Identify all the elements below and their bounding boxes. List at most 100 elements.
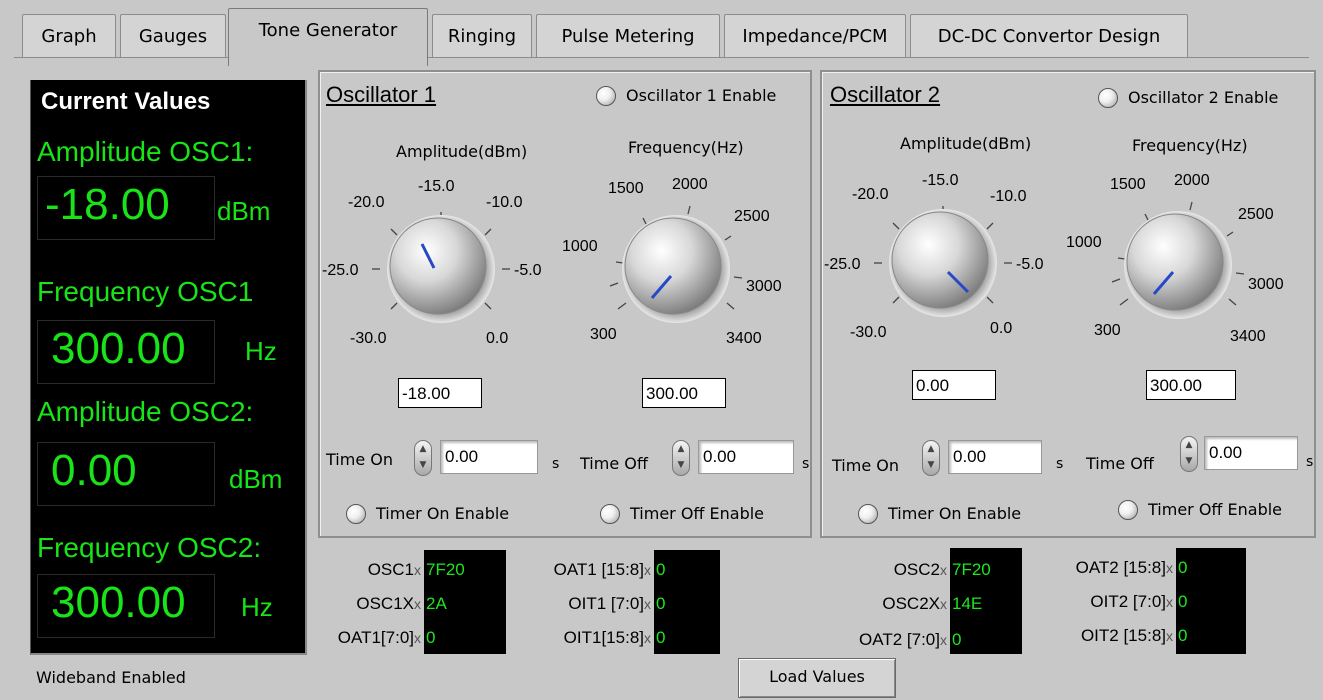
oscillator-2-enable-label: Oscillator 2 Enable	[1128, 88, 1279, 107]
osc1-amp-tick-label: 0.0	[486, 330, 509, 347]
osc2-amplitude-label: Amplitude(dBm)	[900, 134, 1032, 153]
osc1-freq-tick-label: 2500	[734, 208, 770, 225]
reg-prefix: x	[1166, 560, 1173, 576]
reg-label-oat2-15-8: OAT2 [15:8]	[1075, 558, 1166, 577]
reg-prefix: x	[644, 630, 651, 646]
osc2-amplitude-input[interactable]: 0.00	[912, 370, 996, 400]
reg-prefix: x	[414, 562, 421, 578]
reg-prefix: x	[414, 596, 421, 612]
amp-osc1-value: -18.00	[45, 180, 170, 229]
current-values-title: Current Values	[41, 88, 211, 115]
osc1-time-on-unit: s	[552, 456, 560, 472]
osc1-freq-tick-label: 2000	[672, 176, 708, 193]
amp-osc2-value: 0.00	[51, 446, 137, 495]
reg-value-oat1-7-0: 0	[426, 628, 436, 647]
reg-prefix: x	[1166, 594, 1173, 610]
reg-value-oit1-15-8: 0	[656, 628, 666, 647]
oscillator-2-title: Oscillator 2	[830, 82, 941, 107]
osc2-amp-tick-label: -20.0	[852, 186, 889, 203]
osc2-amp-tick-label: -30.0	[850, 324, 887, 341]
freq-osc1-value: 300.00	[51, 324, 186, 373]
osc1-freq-tick-label: 1500	[608, 180, 644, 197]
reg-label-oat1-15-8: OAT1 [15:8]	[553, 560, 644, 579]
osc2-amp-tick-label: 0.0	[990, 320, 1013, 337]
osc2-freq-tick-label: 2000	[1174, 172, 1210, 189]
load-values-button[interactable]: Load Values	[738, 658, 896, 698]
osc1-time-off-unit: s	[802, 456, 810, 472]
osc1-time-off-field[interactable]: 0.00	[698, 440, 794, 474]
freq-osc2-label: Frequency OSC2:	[37, 532, 262, 563]
osc1-freq-tick-label: 3400	[726, 330, 762, 347]
amp-osc1-unit: dBm	[217, 196, 271, 226]
osc1-timer-on-enable-label: Timer On Enable	[376, 504, 510, 523]
osc2-time-off-stepper[interactable]: ▲ ▼	[1180, 436, 1198, 472]
reg-value-oit2-15-8: 0	[1178, 626, 1188, 645]
reg-label-oat1-7-0: OAT1[7:0]	[337, 628, 414, 647]
osc1-freq-tick-label: 3000	[746, 278, 782, 295]
tab-dc-dc-convertor-design[interactable]: DC-DC Convertor Design	[910, 14, 1188, 58]
osc2-amp-tick-label: -25.0	[824, 256, 861, 273]
osc1-frequency-label: Frequency(Hz)	[628, 138, 744, 157]
reg-value-osc2x: 14E	[952, 594, 983, 613]
osc2-amp-tick-label: -15.0	[922, 172, 959, 189]
osc2-timer-off-enable-radio[interactable]	[1118, 500, 1138, 520]
reg-prefix: x	[414, 630, 421, 646]
osc2-time-off-label: Time Off	[1086, 454, 1154, 473]
osc1-time-on-stepper[interactable]: ▲ ▼	[414, 440, 432, 476]
freq-osc1-unit: Hz	[245, 336, 277, 366]
osc2-amplitude-knob[interactable]	[830, 190, 1040, 340]
osc2-freq-tick-label: 2500	[1238, 206, 1274, 223]
tab-divider	[14, 57, 1309, 58]
tab-graph[interactable]: Graph	[22, 14, 116, 58]
reg-label-oat2-7-0: OAT2 [7:0]	[859, 630, 940, 649]
osc2-freq-tick-label: 1000	[1066, 234, 1102, 251]
osc1-amplitude-knob[interactable]	[328, 196, 538, 346]
tab-impedance-pcm[interactable]: Impedance/PCM	[724, 14, 906, 58]
osc1-timer-on-enable-radio[interactable]	[346, 504, 366, 524]
osc2-time-off-field[interactable]: 0.00	[1204, 436, 1298, 470]
reg-label-oit1-15-8: OIT1[15:8]	[563, 628, 644, 647]
osc1-timer-off-enable-label: Timer Off Enable	[630, 504, 765, 523]
osc1-timer-off-enable-radio[interactable]	[600, 504, 620, 524]
reg-prefix: x	[940, 632, 947, 648]
osc1-frequency-input[interactable]: 300.00	[642, 378, 726, 408]
osc2-amp-tick-label: -10.0	[990, 188, 1027, 205]
osc1-time-on-label: Time On	[326, 450, 393, 469]
osc2-time-on-field[interactable]: 0.00	[948, 440, 1042, 474]
osc2-timer-on-enable-radio[interactable]	[858, 504, 878, 524]
osc1-amplitude-label: Amplitude(dBm)	[396, 142, 528, 161]
oscillator-2-enable-radio[interactable]	[1098, 88, 1118, 108]
tab-ringing[interactable]: Ringing	[432, 14, 532, 58]
osc2-time-off-unit: s	[1306, 454, 1314, 470]
reg-value-oat2-15-8: 0	[1178, 558, 1188, 577]
reg-value-osc1x: 2A	[426, 594, 447, 613]
wideband-status: Wideband Enabled	[36, 668, 186, 687]
tab-pulse-metering[interactable]: Pulse Metering	[536, 14, 720, 58]
amp-osc2-label: Amplitude OSC2:	[37, 396, 254, 427]
osc1-amp-tick-label: -5.0	[514, 262, 542, 279]
reg-value-osc1: 7F20	[426, 560, 465, 579]
osc1-amplitude-input[interactable]: -18.00	[398, 378, 482, 408]
osc1-amp-tick-label: -20.0	[348, 194, 385, 211]
osc2-frequency-input[interactable]: 300.00	[1146, 370, 1236, 400]
osc1-time-on-field[interactable]: 0.00	[440, 440, 538, 474]
osc1-time-off-label: Time Off	[580, 454, 648, 473]
osc2-timer-off-enable-label: Timer Off Enable	[1148, 500, 1283, 519]
reg-value-oit2-7-0: 0	[1178, 592, 1188, 611]
reg-value-oat2-7-0: 0	[952, 630, 962, 649]
osc1-time-off-stepper[interactable]: ▲ ▼	[672, 440, 690, 476]
osc1-amp-tick-label: -15.0	[418, 178, 455, 195]
reg-label-osc1: OSC1	[367, 560, 414, 579]
osc2-freq-tick-label: 3000	[1248, 276, 1284, 293]
osc2-time-on-stepper[interactable]: ▲ ▼	[922, 440, 940, 476]
reg-label-oit2-7-0: OIT2 [7:0]	[1090, 592, 1166, 611]
reg-label-oit1-7-0: OIT1 [7:0]	[568, 594, 644, 613]
reg-label-osc1x: OSC1X	[356, 594, 414, 613]
freq-osc2-value: 300.00	[51, 578, 186, 627]
reg-prefix: x	[644, 562, 651, 578]
osc2-freq-tick-label: 1500	[1110, 176, 1146, 193]
oscillator-1-enable-radio[interactable]	[596, 86, 616, 106]
tab-tone-generator[interactable]: Tone Generator	[228, 8, 428, 66]
osc2-frequency-label: Frequency(Hz)	[1132, 136, 1248, 155]
tab-gauges[interactable]: Gauges	[120, 14, 226, 58]
